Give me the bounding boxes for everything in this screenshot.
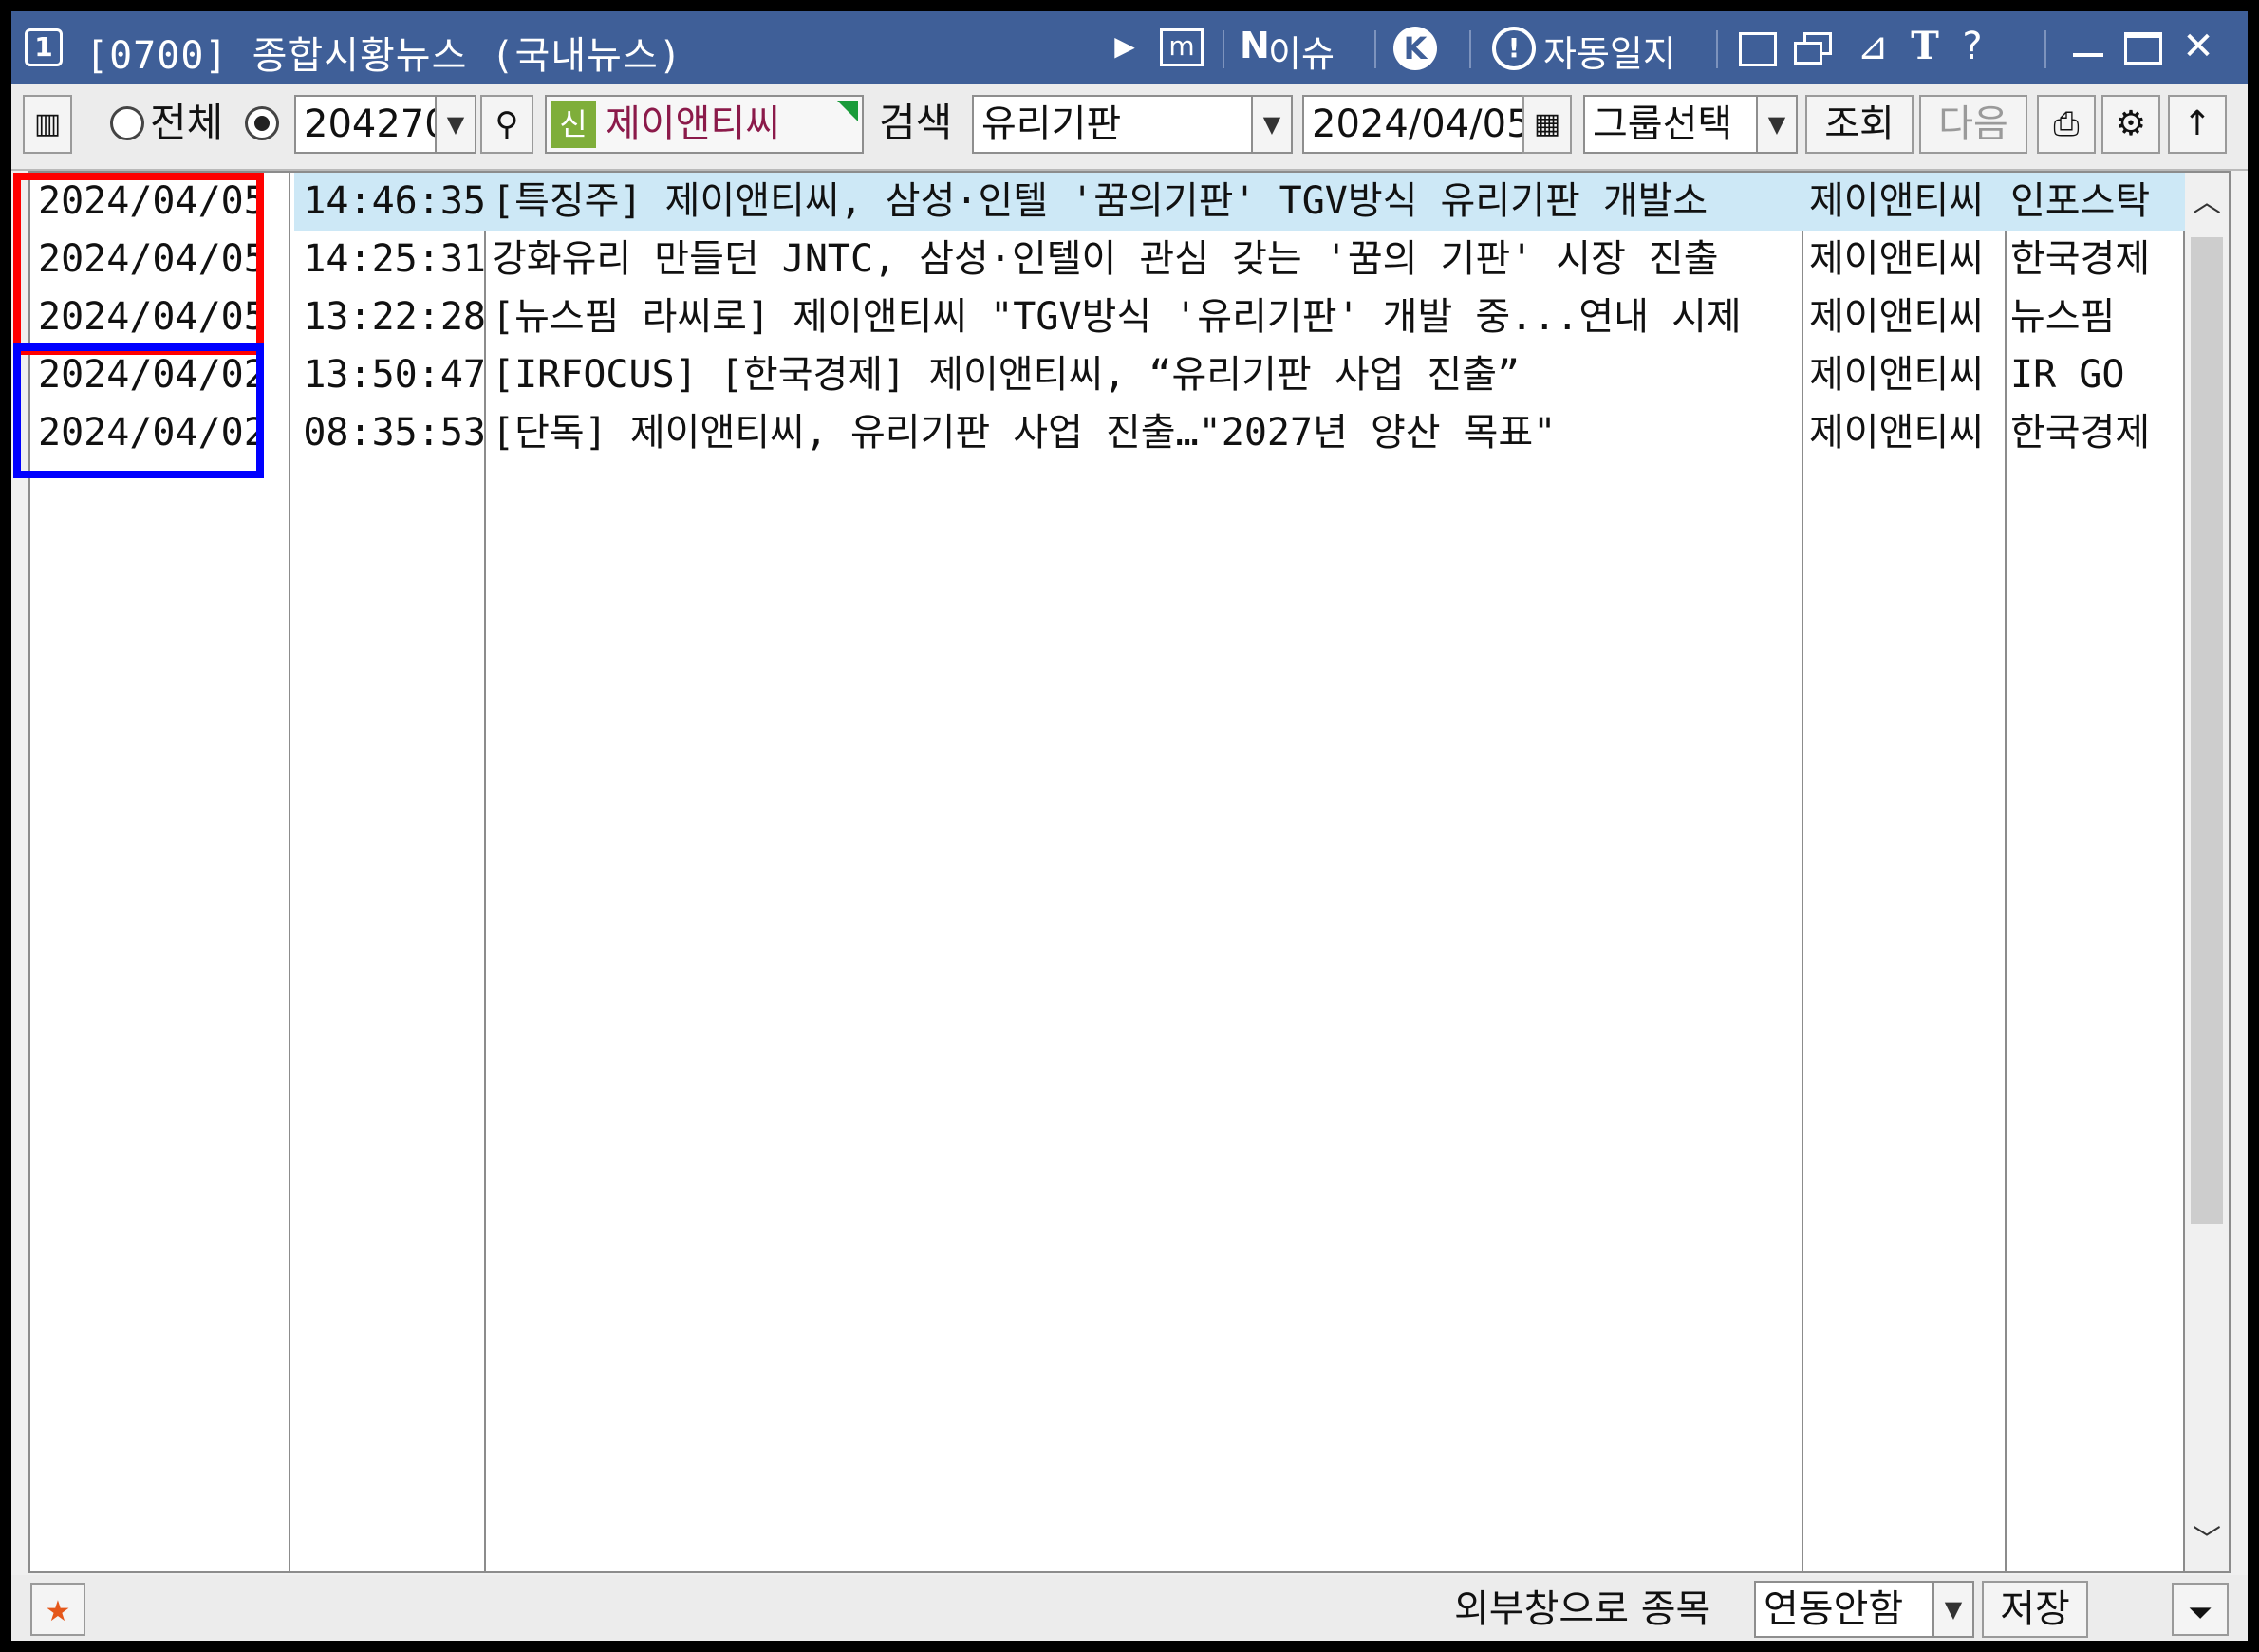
next-button[interactable]: 다음 — [1919, 95, 2027, 154]
filter-icon[interactable]: ⏷ — [2172, 1583, 2229, 1636]
news-window: 1 [0700] 종합시황뉴스 (국내뉴스) ▶ m N 이슈 K ! 자동일지… — [11, 11, 2248, 1641]
news-title[interactable]: [단독] 제이앤티씨, 유리기판 사업 진출…"2027년 양산 목표" — [492, 404, 1802, 462]
scroll-thumb[interactable] — [2191, 237, 2223, 1224]
search-keyword-input[interactable]: 유리기판 — [972, 95, 1255, 154]
news-time: 13:22:28 — [303, 295, 486, 339]
settings-gear-icon[interactable]: ⚙ — [2101, 95, 2160, 154]
query-button[interactable]: 조회 — [1805, 95, 1914, 154]
news-row[interactable]: 2024/04/05 14:46:35 [특징주] 제이앤티씨, 삼성·인텔 '… — [30, 173, 2185, 231]
news-row[interactable]: 2024/04/02 08:35:53 [단독] 제이앤티씨, 유리기판 사업 … — [30, 404, 2185, 462]
new-badge: 신 — [551, 101, 596, 148]
scroll-up-icon[interactable]: ︿ — [2185, 176, 2229, 230]
help-icon[interactable]: ? — [1955, 25, 1989, 68]
k-icon[interactable]: K — [1393, 27, 1437, 70]
toolbar: ▥ 전체 204270 ▼ ⚲ 신 제이앤티씨 검색 유리기판 ▼ 2024/0… — [11, 84, 2248, 171]
search-icon[interactable]: ⚲ — [480, 95, 533, 154]
news-time: 14:46:35 — [303, 179, 486, 223]
stock-code-input[interactable]: 204270 — [294, 95, 437, 154]
news-time: 14:25:31 — [303, 237, 486, 281]
scroll-down-icon[interactable]: ﹀ — [2185, 1514, 2229, 1568]
news-stock: 제이앤티씨 — [1809, 353, 1984, 397]
news-row[interactable]: 2024/04/02 13:50:47 [IRFOCUS] [한국경제] 제이앤… — [30, 346, 2185, 404]
radio-all-label: 전체 — [150, 100, 224, 146]
print-icon[interactable]: ⎙ — [2037, 95, 2096, 154]
news-source: IR GO — [2010, 353, 2125, 397]
date-input[interactable]: 2024/04/05 — [1302, 95, 1524, 154]
lock-icon[interactable]: ⊿ — [1851, 25, 1895, 68]
news-date: 2024/04/02 — [38, 411, 267, 455]
news-source: 한국경제 — [2010, 237, 2151, 281]
news-stock: 제이앤티씨 — [1809, 411, 1984, 455]
save-button[interactable]: 저장 — [1982, 1581, 2088, 1638]
news-date: 2024/04/05 — [38, 179, 267, 223]
external-link-label: 외부창으로 종목 — [1454, 1587, 1711, 1631]
corner-marker-icon — [837, 101, 858, 121]
auto-journal-button[interactable]: 자동일지 — [1543, 25, 1676, 77]
news-title[interactable]: [특징주] 제이앤티씨, 삼성·인텔 '꿈의기판' TGV방식 유리기판 개발소 — [492, 173, 1802, 231]
play-icon[interactable]: ▶ — [1111, 25, 1139, 68]
title-separator — [1469, 30, 1471, 68]
title-separator — [1374, 30, 1376, 68]
layout-icon[interactable] — [1739, 32, 1777, 66]
radio-all[interactable] — [110, 106, 144, 140]
cascade-icon[interactable] — [1794, 32, 1834, 66]
search-keyword-dropdown[interactable]: ▼ — [1251, 95, 1293, 154]
maximize-icon[interactable] — [2124, 32, 2162, 65]
group-select[interactable]: 그룹선택 — [1583, 95, 1760, 154]
news-date: 2024/04/05 — [38, 295, 267, 339]
news-date: 2024/04/05 — [38, 237, 267, 281]
news-source: 한국경제 — [2010, 411, 2151, 455]
news-title[interactable]: 강화유리 만들던 JNTC, 삼성·인텔이 관심 갖는 '꿈의 기판' 시장 진… — [492, 231, 1802, 288]
radio-stock[interactable] — [245, 106, 279, 140]
n-badge: N — [1240, 25, 1270, 66]
link-select-dropdown[interactable]: ▼ — [1932, 1581, 1974, 1638]
issue-button[interactable]: 이슈 — [1268, 25, 1335, 77]
news-source: 뉴스핌 — [2010, 295, 2116, 339]
group-select-dropdown[interactable]: ▼ — [1756, 95, 1798, 154]
layout-toggle-icon[interactable]: ▥ — [23, 95, 72, 154]
window-title: [0700] 종합시황뉴스 (국내뉴스) — [85, 34, 682, 78]
news-source: 인포스탁 — [2010, 179, 2151, 223]
news-grid: 2024/04/05 14:46:35 [특징주] 제이앤티씨, 삼성·인텔 '… — [28, 171, 2185, 1573]
title-separator — [1716, 30, 1718, 68]
news-stock: 제이앤티씨 — [1809, 237, 1984, 281]
m-icon[interactable]: m — [1160, 28, 1204, 66]
move-up-icon[interactable]: ↑ — [2168, 95, 2227, 154]
calendar-icon[interactable]: ▦ — [1522, 95, 1572, 154]
news-title[interactable]: [뉴스핌 라씨로] 제이앤티씨 "TGV방식 '유리기판' 개발 중...연내 … — [492, 288, 1802, 346]
favorites-star-icon[interactable]: ★ — [30, 1583, 85, 1636]
close-icon[interactable]: ✕ — [2179, 25, 2217, 68]
news-title[interactable]: [IRFOCUS] [한국경제] 제이앤티씨, “유리기판 사업 진출” — [492, 346, 1802, 404]
news-row[interactable]: 2024/04/05 13:22:28 [뉴스핌 라씨로] 제이앤티씨 "TGV… — [30, 288, 2185, 346]
news-time: 13:50:47 — [303, 353, 486, 397]
status-bar: ★ 외부창으로 종목 연동안함 ▼ 저장 ⏷ — [11, 1575, 2248, 1641]
link-select[interactable]: 연동안함 — [1754, 1581, 1934, 1638]
title-bar: 1 [0700] 종합시황뉴스 (국내뉴스) ▶ m N 이슈 K ! 자동일지… — [11, 11, 2248, 84]
window-number-icon[interactable]: 1 — [25, 28, 63, 66]
news-row[interactable]: 2024/04/05 14:25:31 강화유리 만들던 JNTC, 삼성·인텔… — [30, 231, 2185, 288]
news-stock: 제이앤티씨 — [1809, 295, 1984, 339]
alert-icon[interactable]: ! — [1492, 27, 1536, 70]
stock-name-field[interactable]: 신 제이앤티씨 — [545, 95, 864, 154]
news-time: 08:35:53 — [303, 411, 486, 455]
text-icon[interactable]: T — [1906, 25, 1944, 68]
news-stock: 제이앤티씨 — [1809, 179, 1984, 223]
stock-name: 제이앤티씨 — [606, 102, 780, 146]
search-label: 검색 — [879, 100, 953, 146]
vertical-scrollbar[interactable]: ︿ ﹀ — [2185, 171, 2231, 1573]
stock-code-dropdown[interactable]: ▼ — [435, 95, 476, 154]
news-date: 2024/04/02 — [38, 353, 267, 397]
title-separator — [1223, 30, 1224, 68]
title-separator — [2044, 30, 2046, 68]
